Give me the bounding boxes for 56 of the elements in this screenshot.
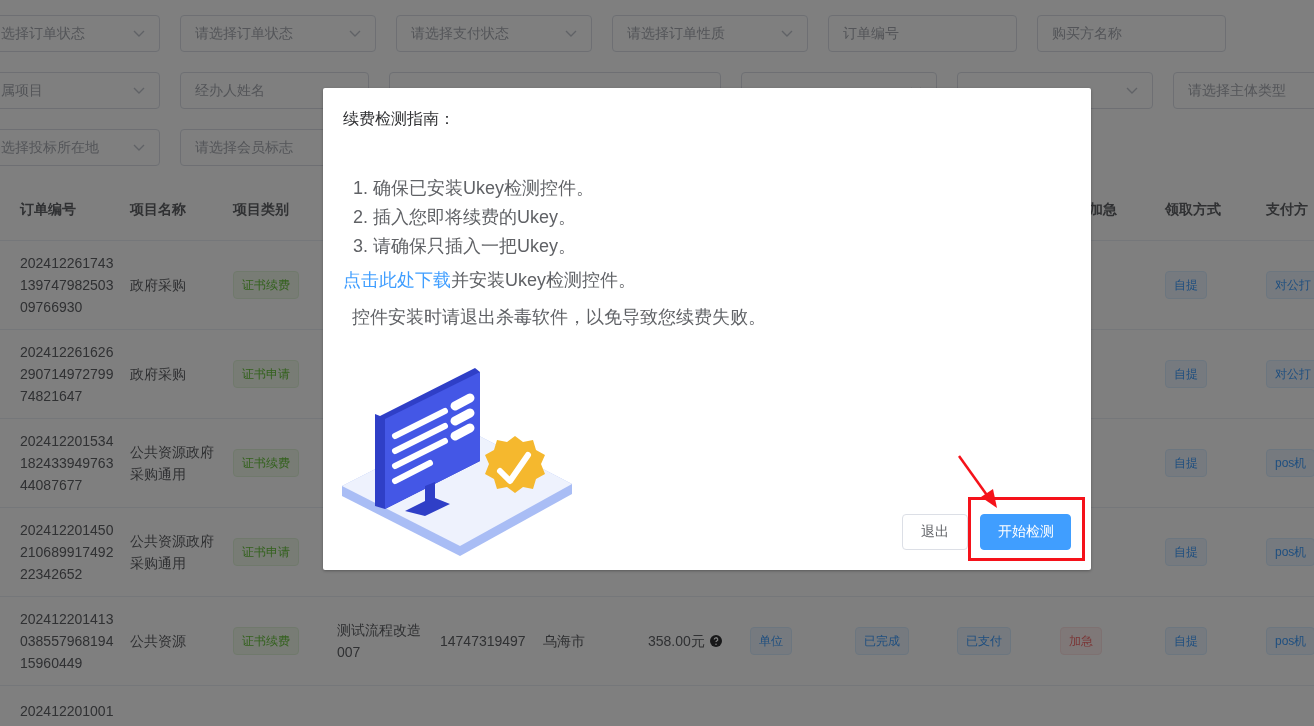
column-header: 项目名称 xyxy=(130,201,187,219)
table-cell: 14747319497 xyxy=(440,633,526,649)
help-icon[interactable] xyxy=(709,635,722,647)
payment-method-tag: pos机 xyxy=(1266,449,1314,477)
start-check-button[interactable]: 开始检测 xyxy=(980,514,1071,550)
payment-method-tag: pos机 xyxy=(1266,538,1314,566)
chevron-down-icon xyxy=(349,29,361,38)
column-header: 订单编号 xyxy=(20,201,77,219)
chevron-down-icon xyxy=(133,29,145,38)
column-header: 项目类别 xyxy=(233,201,290,219)
instruction-step: 3. 请确保只插入一把Ukey。 xyxy=(353,232,1091,261)
order-number: 20241220153418243394976344087677 xyxy=(20,432,115,495)
order-number: 202412201001 xyxy=(20,702,115,721)
table-cell: 乌海市 xyxy=(543,633,585,649)
category-tag: 证书申请 xyxy=(233,360,299,388)
payment-method-tag: 对公打 xyxy=(1266,271,1314,299)
exit-button[interactable]: 退出 xyxy=(902,514,968,550)
payment-status-tag: 已支付 xyxy=(957,627,1011,655)
status-tag: 已完成 xyxy=(855,627,909,655)
payment-method-tag: 对公打 xyxy=(1266,360,1314,388)
column-header: 支付方 xyxy=(1266,201,1309,219)
pickup-tag: 自提 xyxy=(1165,449,1207,477)
urgent-tag: 加急 xyxy=(1060,627,1102,655)
chevron-down-icon xyxy=(565,29,577,38)
table-cell: 公共资源 xyxy=(130,633,186,649)
category-tag: 证书申请 xyxy=(233,538,299,566)
chevron-down-icon xyxy=(1126,86,1138,95)
table-cell: 公共资源政府采购通用 xyxy=(130,444,214,482)
instruction-step: 2. 插入您即将续费的Ukey。 xyxy=(353,203,1091,232)
category-tag: 证书续费 xyxy=(233,271,299,299)
instruction-step: 1. 确保已安装Ukey检测控件。 xyxy=(353,174,1091,203)
category-tag: 证书续费 xyxy=(233,627,299,655)
payment-method-tag: pos机 xyxy=(1266,627,1314,655)
chevron-down-icon xyxy=(133,143,145,152)
order-number: 20241226174313974798250309766930 xyxy=(20,254,115,317)
type-tag: 单位 xyxy=(750,627,792,655)
category-tag: 证书续费 xyxy=(233,449,299,477)
pickup-tag: 自提 xyxy=(1165,538,1207,566)
dialog-title: 续费检测指南： xyxy=(343,109,456,129)
download-instruction: 点击此处下载并安装Ukey检测控件。 xyxy=(343,269,637,292)
order-number: 20241226162629071497279974821647 xyxy=(20,343,115,406)
table-cell: 测试流程改造007 xyxy=(337,622,421,660)
amount-text: 358.00元 xyxy=(648,632,705,651)
pickup-tag: 自提 xyxy=(1165,360,1207,388)
pickup-tag: 自提 xyxy=(1165,271,1207,299)
table-cell: 政府采购 xyxy=(130,277,186,293)
pickup-tag: 自提 xyxy=(1165,627,1207,655)
order-number: 20241220145021068991749222342652 xyxy=(20,521,115,584)
table-cell: 政府采购 xyxy=(130,366,186,382)
chevron-down-icon xyxy=(781,29,793,38)
column-header: 领取方式 xyxy=(1165,201,1222,219)
table-cell: 公共资源政府采购通用 xyxy=(130,533,214,571)
antivirus-notice: 控件安装时请退出杀毒软件，以免导致您续费失败。 xyxy=(352,306,767,329)
chevron-down-icon xyxy=(133,86,145,95)
download-link[interactable]: 点击此处下载 xyxy=(343,270,451,290)
order-number: 20241220141303855796819415960449 xyxy=(20,610,115,673)
